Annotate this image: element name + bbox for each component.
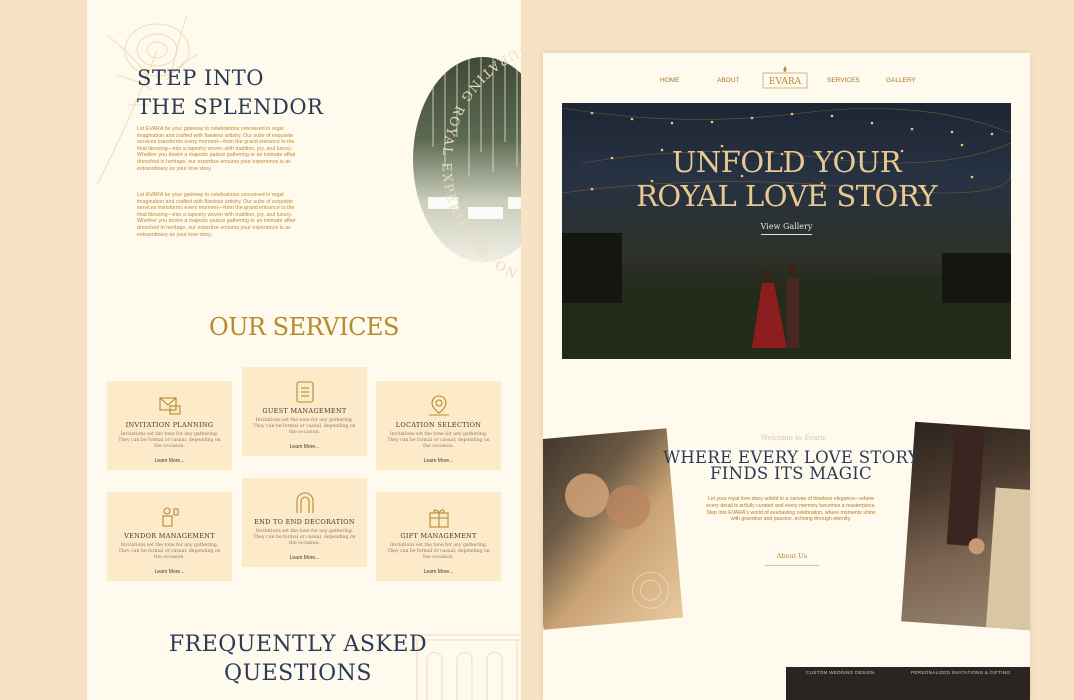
service-desc: Invitations set the tone for any gatheri… [387,432,490,449]
nav-home[interactable]: HOME [660,77,680,84]
step-title-line2: THE SPLENDOR [137,95,324,119]
service-desc: Invitations set the tone for any gatheri… [253,418,356,435]
svg-text:CURATING ROYAL EXPERIENCE, ONE: CURATING ROYAL EXPERIENCE, ONE CELEBRATI… [377,30,521,282]
right-page-preview: HOME ABOUT EVARA SERVICES GALLERY UNFOLD… [543,53,1030,700]
envelope-icon [158,397,181,415]
services-strip: CUSTOM WEDDING DESIGN PERSONALIZED INVIT… [786,667,1030,700]
view-gallery-label: View Gallery [760,222,813,235]
service-desc: Invitations set the tone for any gatheri… [387,543,490,560]
curved-tagline: CURATING ROYAL EXPERIENCE, ONE CELEBRATI… [377,30,521,282]
learn-more-link[interactable]: Learn More... [242,444,367,450]
faq-title: FREQUENTLY ASKED QUESTIONS [87,630,509,688]
gift-icon [428,509,449,528]
welcome-label: Welcome to Evara [760,434,826,442]
evara-logo[interactable]: EVARA [762,64,808,90]
faq-line1: FREQUENTLY ASKED [168,632,428,657]
hero-line2: ROYAL LOVE STORY [636,179,937,213]
learn-more-link[interactable]: Learn More... [376,458,501,464]
about-us-button[interactable]: About Us [765,552,819,566]
holding-hands-decor [946,424,1030,631]
faq-line2: QUESTIONS [224,661,372,686]
service-card-decoration[interactable]: END TO END DECORATION Invitations set th… [242,478,367,567]
love-story-headline: WHERE EVERY LOVE STORY FINDS ITS MAGIC [663,449,919,483]
learn-more-link[interactable]: Learn More... [107,458,232,464]
intro-paragraph-1: Let EVARA be your gateway to celebration… [137,126,296,172]
service-title: INVITATION PLANNING [125,421,214,429]
learn-more-link[interactable]: Learn More... [107,569,232,575]
nav-about[interactable]: ABOUT [717,77,739,84]
service-desc: Invitations set the tone for any gatheri… [118,432,221,449]
love-story-description: Let your royal love story unfold in a ca… [706,496,876,523]
nav-services[interactable]: SERVICES [827,77,860,84]
service-card-gift[interactable]: GIFT MANAGEMENT Invitations set the tone… [376,492,501,581]
service-card-location[interactable]: LOCATION SELECTION Invitations set the t… [376,381,501,470]
logo-text: EVARA [769,77,802,87]
step-into-title: STEP INTO THE SPLENDOR [137,64,323,122]
service-title: GUEST MANAGEMENT [262,407,347,415]
step-title-line1: STEP INTO [137,66,264,90]
service-title: LOCATION SELECTION [395,421,482,429]
service-title: GIFT MANAGEMENT [400,532,477,540]
services-title: OUR SERVICES [209,313,399,341]
strip-right-label: PERSONALIZED INVITATIONS & GIFTING [911,670,1011,675]
guest-list-icon [295,381,314,403]
service-card-vendor[interactable]: VENDOR MANAGEMENT Invitations set the to… [107,492,232,581]
arc-tagline-text: CURATING ROYAL EXPERIENCE, ONE CELEBRATI… [377,30,521,282]
strip-left-label: CUSTOM WEDDING DESIGN [806,670,875,675]
service-desc: Invitations set the tone for any gatheri… [118,543,221,560]
service-card-invitation[interactable]: INVITATION PLANNING Invitations set the … [107,381,232,470]
learn-more-link[interactable]: Learn More... [242,555,367,561]
hero-title: UNFOLD YOUR ROYAL LOVE STORY [562,145,1011,213]
hero-banner: UNFOLD YOUR ROYAL LOVE STORY View Galler… [562,103,1011,359]
mandala-decor [565,473,669,609]
service-card-guest[interactable]: GUEST MANAGEMENT Invitations set the ton… [242,367,367,456]
left-page-preview: STEP INTO THE SPLENDOR Let EVARA be your… [87,0,521,700]
nav-gallery[interactable]: GALLERY [886,77,916,84]
service-title: END TO END DECORATION [254,518,355,526]
couple-photo-left [543,428,684,630]
service-title: VENDOR MANAGEMENT [124,532,215,540]
service-desc: Invitations set the tone for any gatheri… [253,529,356,546]
map-pin-icon [428,395,449,416]
view-gallery-link[interactable]: View Gallery [562,222,1011,235]
arch-icon [295,492,314,513]
hero-line1: UNFOLD YOUR [671,145,902,179]
vendor-icon [161,507,179,527]
headline-line2: FINDS ITS MAGIC [710,464,872,483]
intro-paragraph-2: Let EVARA be your gateway to celebration… [137,192,296,238]
couple-photo-right [901,421,1030,631]
learn-more-link[interactable]: Learn More... [376,569,501,575]
